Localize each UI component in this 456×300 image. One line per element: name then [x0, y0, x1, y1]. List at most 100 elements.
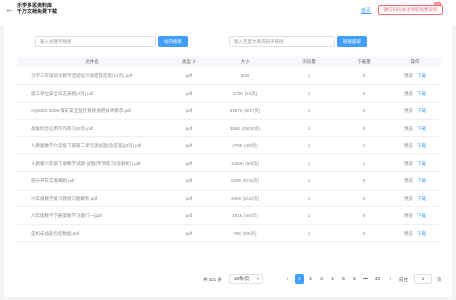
top-bar: ← 乐学多思资料库 千万文档免费下载 首页 微信扫码关注领取免费资料 hot: [0, 0, 456, 26]
download-link[interactable]: 下载: [417, 126, 426, 131]
preview-link[interactable]: 预览: [404, 126, 413, 131]
cell-downloads: 0: [362, 195, 366, 201]
cell-size: 1350K (8/8页): [230, 160, 259, 166]
preview-link[interactable]: 预览: [404, 231, 413, 236]
back-arrow-icon[interactable]: ←: [5, 4, 14, 14]
download-link[interactable]: 下载: [417, 108, 426, 113]
table-row: 是机床加盐包装数据.pdf pdf 78K (5/5页) 1 0 预览 下载: [17, 225, 441, 242]
col-downloads[interactable]: 下载量: [339, 57, 389, 67]
brand: 乐学多思资料库 千万文档免费下载: [17, 3, 57, 15]
cell-type: pdf: [185, 195, 193, 201]
chevron-right-icon[interactable]: ›: [386, 274, 395, 284]
cell-name[interactable]: AQ6302-2008 煤矿安全监控系统通用技术要求.pdf: [31, 102, 167, 119]
chevron-left-icon[interactable]: ‹: [283, 274, 292, 284]
table-row: 部分开车实施细则.pdf pdf 820K (5/16页) 1 0 预览 下载: [17, 172, 441, 190]
cell-name[interactable]: 是机床加盐包装数据.pdf: [31, 225, 167, 242]
cell-size: 270K (22页): [232, 90, 258, 96]
preview-link[interactable]: 预览: [404, 91, 413, 96]
cell-name[interactable]: 高级综合应用写作练习(5页).pdf: [31, 120, 167, 137]
page-1[interactable]: 1: [295, 274, 304, 284]
table-row: 施工单位安全日志表格(4页).pdf pdf 270K (22页) 1 0 预览 下载: [17, 85, 441, 102]
download-link[interactable]: 下载: [417, 91, 426, 96]
cell-type: pdf: [185, 125, 193, 131]
cell-name[interactable]: 习学三年级语文教学活动设计总结及反思(12页).pdf: [31, 67, 167, 84]
download-link[interactable]: 下载: [417, 161, 426, 166]
table-header: 文件名 类型 ⇕ 大小 浏览量 下载量 操作: [17, 57, 441, 67]
cell-views: 1: [307, 90, 311, 96]
cell-type: pdf: [185, 143, 193, 148]
preview-link[interactable]: 预览: [404, 196, 413, 201]
col-type[interactable]: 类型 ⇕: [167, 57, 211, 67]
link-extract-input[interactable]: [229, 36, 335, 47]
cell-downloads: 0: [362, 73, 366, 78]
preview-link[interactable]: 预览: [404, 178, 413, 183]
page-size-value: 10条/页: [234, 276, 250, 281]
keyword-search-input[interactable]: [35, 36, 156, 47]
cell-downloads: 0: [362, 125, 366, 131]
page-3[interactable]: 3: [317, 274, 326, 284]
cell-type: pdf: [185, 213, 193, 218]
page-5[interactable]: 5: [339, 274, 348, 284]
preview-link[interactable]: 预览: [404, 108, 413, 113]
table-row: 习学三年级语文教学活动设计总结及反思(12页).pdf pdf 5KB 1 0 预览 下载: [17, 67, 441, 85]
cell-views: 1: [307, 213, 311, 218]
page-2[interactable]: 2: [306, 274, 315, 284]
cell-views: 1: [307, 230, 311, 236]
cell-actions: 预览 下载: [389, 102, 441, 119]
home-link[interactable]: 首页: [361, 7, 371, 14]
preview-link[interactable]: 预览: [404, 143, 413, 148]
cell-name[interactable]: 人教版六年级下册数学试题-试题(专项练习(含解析)).pdf: [31, 155, 167, 172]
col-views[interactable]: 浏览量: [279, 57, 339, 67]
download-link[interactable]: 下载: [417, 231, 426, 236]
cell-actions: 预览 下载: [389, 137, 441, 154]
col-filename[interactable]: 文件名: [17, 57, 167, 67]
download-link[interactable]: 下载: [417, 196, 426, 201]
cell-size: 340K (8/10页): [230, 195, 259, 201]
cell-size: 5307K (8/17页): [229, 108, 261, 113]
cell-name[interactable]: 施工单位安全日志表格(4页).pdf: [31, 85, 167, 102]
cell-size: 78K (5/5页): [233, 230, 257, 236]
cell-actions: 预览 下载: [389, 85, 441, 102]
preview-link[interactable]: 预览: [404, 213, 413, 218]
cell-views: 1: [307, 195, 311, 201]
cell-type: pdf: [185, 230, 193, 236]
cell-type: pdf: [185, 160, 193, 166]
cell-actions: 预览 下载: [389, 172, 441, 189]
cell-downloads: 0: [362, 178, 366, 183]
link-extract-button[interactable]: 链接提取: [337, 36, 367, 47]
col-size[interactable]: 大小: [211, 57, 279, 67]
page-43[interactable]: 43: [373, 274, 382, 284]
site-search-button[interactable]: 站内搜索: [158, 36, 188, 47]
cell-type: pdf: [185, 90, 193, 96]
page-ellipsis[interactable]: •••: [361, 274, 370, 284]
cell-type: pdf: [185, 178, 193, 183]
cell-name[interactable]: 六年级数学下册第数学习题门一(pdf: [31, 207, 167, 224]
cell-downloads: 0: [362, 213, 366, 218]
sort-icon[interactable]: ⇕: [191, 59, 196, 64]
cell-name[interactable]: 部分开车实施细则.pdf: [31, 172, 167, 189]
page-4[interactable]: 4: [328, 274, 337, 284]
col-type-label: 类型: [181, 59, 191, 64]
download-link[interactable]: 下载: [417, 178, 426, 183]
page-size-select[interactable]: 10条/页 ▾: [229, 274, 263, 284]
download-link[interactable]: 下载: [417, 213, 426, 218]
goto-label: 前往: [399, 277, 408, 282]
download-link[interactable]: 下载: [417, 73, 426, 78]
cell-actions: 预览 下载: [389, 207, 441, 224]
preview-link[interactable]: 预览: [404, 161, 413, 166]
cell-actions: 预览 下载: [389, 67, 441, 84]
cell-size: 470K (4/8页): [232, 143, 258, 148]
cell-name[interactable]: 六年级数学复习教程习题解析.pdf: [31, 190, 167, 207]
page-6[interactable]: 6: [350, 274, 359, 284]
goto-page-input[interactable]: 1: [414, 274, 432, 284]
preview-link[interactable]: 预览: [404, 73, 413, 78]
cell-type: pdf: [185, 73, 193, 78]
cell-size: 401K (4/6页): [232, 213, 258, 218]
download-link[interactable]: 下载: [417, 143, 426, 148]
cell-name[interactable]: 人教版数学六年级下册第二单元测试题(含答案)(8页).pdf: [31, 137, 167, 154]
table-row: 高级综合应用写作练习(5页).pdf pdf 356K (26/30页) 1 0 预览 下载: [17, 120, 441, 137]
col-actions: 操作: [410, 59, 420, 64]
cell-downloads: 0: [362, 230, 366, 236]
notice-button[interactable]: 微信扫码关注领取免费资料: [378, 5, 443, 15]
table-row: 人教版六年级下册数学试题-试题(专项练习(含解析)).pdf pdf 1350K (…: [17, 155, 441, 172]
